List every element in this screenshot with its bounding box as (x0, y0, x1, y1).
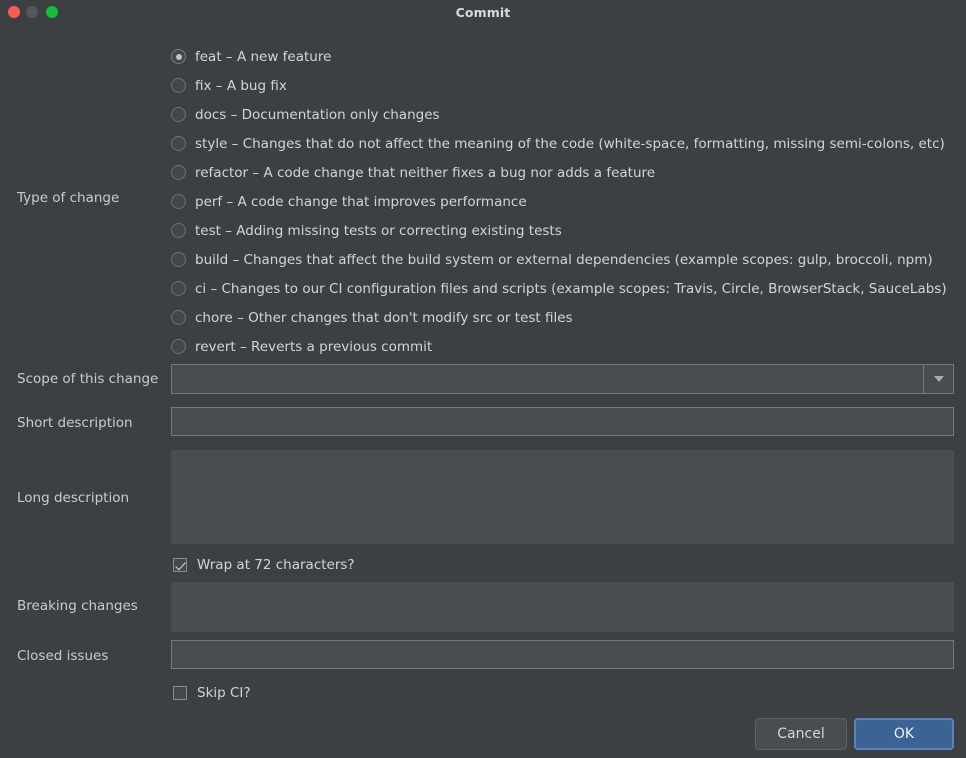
radio-icon[interactable] (171, 107, 186, 122)
close-window-button[interactable] (8, 6, 20, 18)
cancel-button[interactable]: Cancel (755, 718, 847, 750)
minimize-window-button[interactable] (26, 6, 38, 18)
breaking-changes-label: Breaking changes (17, 598, 138, 614)
type-of-change-option-label: revert – Reverts a previous commit (195, 338, 433, 355)
type-of-change-option[interactable]: test – Adding missing tests or correctin… (171, 216, 961, 245)
maximize-window-button[interactable] (46, 6, 58, 18)
breaking-changes-textarea[interactable] (171, 582, 954, 632)
short-description-label: Short description (17, 415, 133, 431)
radio-icon[interactable] (171, 49, 186, 64)
type-of-change-label: Type of change (17, 190, 120, 206)
skip-ci-checkbox[interactable] (173, 686, 187, 700)
type-of-change-option-label: build – Changes that affect the build sy… (195, 251, 933, 268)
type-of-change-option-label: docs – Documentation only changes (195, 106, 440, 123)
type-of-change-option-label: ci – Changes to our CI configuration fil… (195, 280, 947, 297)
type-of-change-option-label: perf – A code change that improves perfo… (195, 193, 527, 210)
type-of-change-option-label: chore – Other changes that don't modify … (195, 309, 573, 326)
skip-ci-label: Skip CI? (197, 685, 251, 701)
type-of-change-option-label: feat – A new feature (195, 48, 332, 65)
type-of-change-option[interactable]: chore – Other changes that don't modify … (171, 303, 961, 332)
ok-button[interactable]: OK (854, 718, 954, 750)
radio-icon[interactable] (171, 281, 186, 296)
radio-icon[interactable] (171, 223, 186, 238)
type-of-change-option[interactable]: fix – A bug fix (171, 71, 961, 100)
radio-icon[interactable] (171, 252, 186, 267)
skip-ci-checkbox-row[interactable]: Skip CI? (173, 683, 251, 703)
radio-icon[interactable] (171, 136, 186, 151)
long-description-label: Long description (17, 490, 130, 506)
scope-combobox[interactable] (171, 364, 954, 394)
wrap-at-72-label: Wrap at 72 characters? (197, 557, 355, 573)
closed-issues-input[interactable] (171, 640, 954, 669)
window-title: Commit (455, 5, 511, 20)
type-of-change-option[interactable]: docs – Documentation only changes (171, 100, 961, 129)
radio-icon[interactable] (171, 78, 186, 93)
wrap-at-72-checkbox[interactable] (173, 558, 187, 572)
type-of-change-option-label: refactor – A code change that neither fi… (195, 164, 656, 181)
type-of-change-radio-group[interactable]: feat – A new feature fix – A bug fix docs … (171, 42, 961, 361)
type-of-change-option[interactable]: ci – Changes to our CI configuration fil… (171, 274, 961, 303)
type-of-change-option-label: test – Adding missing tests or correctin… (195, 222, 562, 239)
title-bar: Commit (0, 0, 966, 25)
wrap-at-72-checkbox-row[interactable]: Wrap at 72 characters? (173, 555, 355, 575)
type-of-change-option[interactable]: build – Changes that affect the build sy… (171, 245, 961, 274)
scope-label: Scope of this change (17, 371, 159, 387)
type-of-change-option-label: style – Changes that do not affect the m… (195, 135, 945, 152)
radio-icon[interactable] (171, 310, 186, 325)
radio-icon[interactable] (171, 165, 186, 180)
type-of-change-option[interactable]: refactor – A code change that neither fi… (171, 158, 961, 187)
short-description-input[interactable] (171, 407, 954, 436)
dialog-footer: Cancel OK (0, 705, 966, 758)
chevron-down-icon[interactable] (923, 365, 953, 393)
type-of-change-option[interactable]: revert – Reverts a previous commit (171, 332, 961, 361)
long-description-textarea[interactable] (171, 450, 954, 544)
type-of-change-option[interactable]: perf – A code change that improves perfo… (171, 187, 961, 216)
scope-input[interactable] (172, 365, 923, 393)
radio-icon[interactable] (171, 339, 186, 354)
radio-icon[interactable] (171, 194, 186, 209)
closed-issues-label: Closed issues (17, 648, 109, 664)
type-of-change-option[interactable]: feat – A new feature (171, 42, 961, 71)
type-of-change-option[interactable]: style – Changes that do not affect the m… (171, 129, 961, 158)
type-of-change-option-label: fix – A bug fix (195, 77, 287, 94)
